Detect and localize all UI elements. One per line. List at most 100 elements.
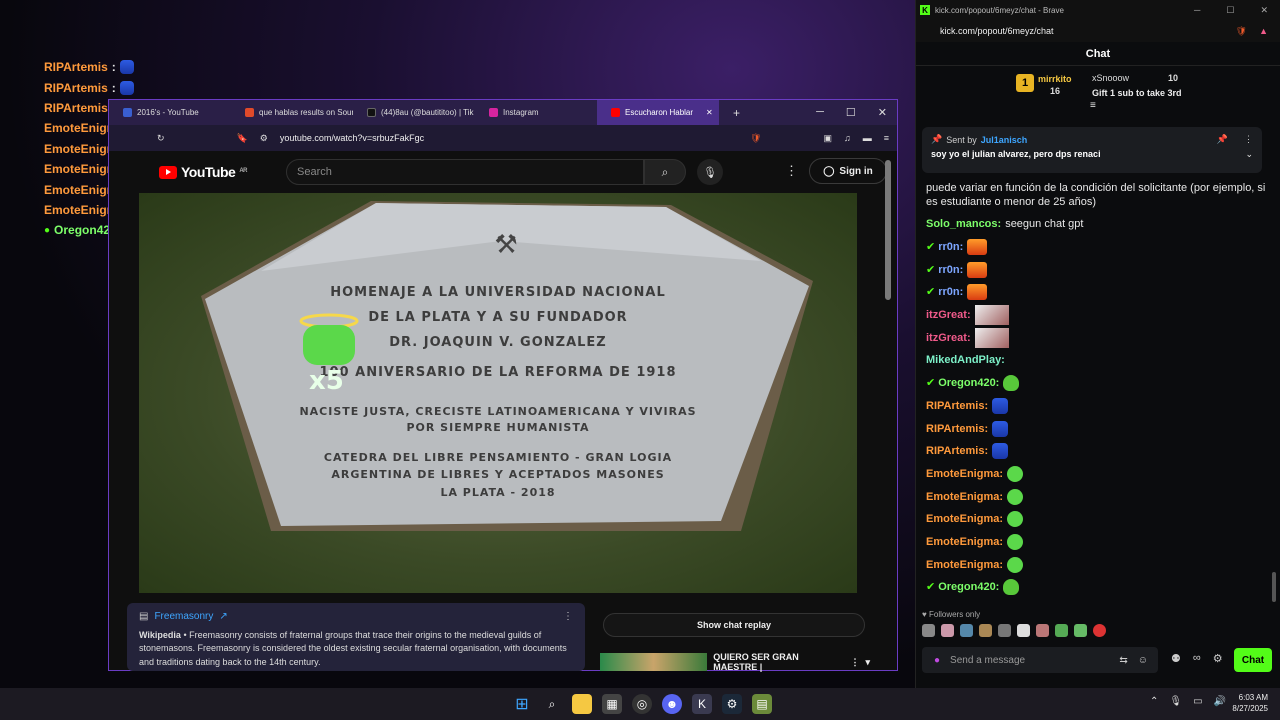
store-icon[interactable]: ▦ — [602, 694, 622, 714]
chat-message[interactable]: ✔ Oregon420: — [926, 372, 1266, 395]
tab-tiktok[interactable]: (44)8au (@bautititoo) | Tik — [353, 100, 475, 125]
chat-message[interactable]: puede variar en función de la condición … — [926, 181, 1266, 213]
chat-message[interactable]: ✔ rr0n: — [926, 236, 1266, 259]
more-options-icon[interactable]: ⋮ — [785, 163, 798, 179]
emote-picker-icon[interactable]: ☺ — [1138, 655, 1148, 666]
more-options-icon[interactable]: ⋮ — [563, 610, 573, 624]
minimize-icon[interactable]: ─ — [1194, 5, 1200, 16]
chat-username[interactable]: EmoteEnigma: — [926, 558, 1003, 572]
steam-icon[interactable]: ⚙ — [722, 694, 742, 714]
chevron-down-icon[interactable]: ▾ — [865, 657, 870, 668]
filter-icon[interactable]: ≡ — [1090, 100, 1096, 111]
tab-instagram[interactable]: Instagram — [475, 100, 597, 125]
chat-username[interactable]: EmoteEnigma: — [926, 512, 1003, 526]
bookmark-icon[interactable]: 🔖 — [237, 133, 248, 144]
chat-message[interactable]: EmoteEnigma: — [926, 463, 1266, 486]
info-title[interactable]: ▤ Freemasonry ↗ ⋮ — [139, 610, 573, 624]
chat-username[interactable]: EmoteEnigma: — [926, 535, 1003, 549]
chrome-icon[interactable]: ◎ — [632, 694, 652, 714]
more-options-icon[interactable]: ⋮ — [1244, 134, 1253, 145]
chevron-down-icon[interactable]: ⌄ — [1245, 149, 1253, 160]
chat-username[interactable]: rr0n: — [938, 240, 963, 254]
clock[interactable]: 6:03 AM 8/27/2025 — [1222, 692, 1268, 714]
emote[interactable] — [1093, 624, 1106, 637]
chat-message[interactable]: EmoteEnigma: — [926, 553, 1266, 576]
settings-icon[interactable]: ⚙ — [1213, 652, 1223, 665]
message-input[interactable]: ● Send a message ⇆ ☺ — [922, 647, 1158, 673]
translate-icon[interactable]: ⇆ — [1119, 655, 1127, 666]
file-explorer-icon[interactable] — [572, 694, 592, 714]
url-field[interactable]: kick.com/popout/6meyz/chat — [940, 26, 1054, 36]
search-input[interactable]: Search — [286, 159, 644, 185]
chat-message[interactable]: itzGreat: — [926, 304, 1266, 327]
minimize-icon[interactable]: ─ — [816, 106, 824, 119]
chat-users-icon[interactable]: ⚉ — [1171, 652, 1181, 665]
search-icon[interactable]: ⌕ — [542, 694, 562, 714]
emote[interactable] — [922, 624, 935, 637]
emote[interactable] — [998, 624, 1011, 637]
chat-username[interactable]: rr0n: — [938, 263, 963, 277]
new-tab-icon[interactable]: + — [733, 106, 740, 120]
maximize-icon[interactable]: ☐ — [1226, 5, 1234, 16]
tab-soundcloud[interactable]: que hablas results on Sound — [231, 100, 353, 125]
emote[interactable] — [960, 624, 973, 637]
kick-icon[interactable]: K — [692, 694, 712, 714]
chat-username[interactable]: RIPArtemis: — [926, 444, 988, 458]
chat-username[interactable]: Solo_mancos: — [926, 217, 1001, 231]
brave-shield-icon[interactable]: 🛡 — [750, 133, 761, 144]
voice-search-button[interactable]: 🎙 — [697, 159, 723, 185]
video-player[interactable]: ⚒ HOMENAJE A LA UNIVERSIDAD NACIONAL DE L… — [139, 193, 857, 593]
chat-username[interactable]: MikedAndPlay: — [926, 353, 1005, 367]
chat-message[interactable]: itzGreat: — [926, 326, 1266, 349]
emote[interactable] — [1055, 624, 1068, 637]
emote[interactable] — [941, 624, 954, 637]
close-icon[interactable]: ✕ — [1260, 5, 1268, 16]
chat-message[interactable]: RIPArtemis: — [926, 440, 1266, 463]
chat-message[interactable]: ✔ rr0n: — [926, 258, 1266, 281]
url-field[interactable]: youtube.com/watch?v=srbuzFakFgc — [280, 133, 424, 143]
more-options-icon[interactable]: ⋮ — [850, 657, 859, 668]
gifter-name[interactable]: mirrkito — [1038, 74, 1072, 84]
recommended-video[interactable]: QUIERO SER GRAN MAESTRE | ⋮ ▾ — [600, 652, 870, 672]
pinned-message[interactable]: 📌 Sent by Jul1anisch 📌 ⋮ soy yo el julia… — [922, 127, 1262, 173]
app-icon[interactable]: ▤ — [752, 694, 772, 714]
media-icon[interactable]: ♫ — [844, 133, 851, 143]
brave-shield-icon[interactable]: 🛡 — [1236, 26, 1247, 37]
emote[interactable] — [1017, 624, 1030, 637]
emote[interactable] — [1036, 624, 1049, 637]
chevron-up-icon[interactable]: ⌃ — [1150, 696, 1158, 707]
chat-message[interactable]: ✔ rr0n: — [926, 281, 1266, 304]
chat-message[interactable]: EmoteEnigma: — [926, 508, 1266, 531]
unpin-icon[interactable]: 📌 — [1217, 134, 1228, 145]
chat-message[interactable]: ✔ Oregon420: — [926, 576, 1266, 599]
extensions-icon[interactable]: ▬ — [863, 133, 872, 143]
reload-icon[interactable]: ↻ — [157, 133, 165, 144]
close-icon[interactable]: ✕ — [878, 106, 887, 119]
chat-username[interactable]: RIPArtemis: — [926, 422, 988, 436]
menu-icon[interactable]: ≡ — [884, 133, 897, 143]
search-button[interactable]: ⌕ — [644, 159, 686, 185]
infinity-icon[interactable]: ∞ — [1193, 652, 1201, 665]
chat-username[interactable]: RIPArtemis: — [926, 399, 988, 413]
sidebar-icon[interactable]: ▣ — [823, 133, 832, 144]
chat-username[interactable]: Oregon420: — [938, 376, 999, 390]
chat-username[interactable]: itzGreat: — [926, 331, 971, 345]
gift-prompt[interactable]: Gift 1 sub to take 3rd — [1092, 88, 1182, 98]
chat-message[interactable]: EmoteEnigma: — [926, 485, 1266, 508]
gifter2-name[interactable]: xSnooow — [1092, 73, 1129, 83]
emote[interactable] — [1074, 624, 1087, 637]
chat-username[interactable]: itzGreat: — [926, 308, 971, 322]
brave-rewards-icon[interactable]: ▲ — [1259, 26, 1268, 36]
emote[interactable] — [979, 624, 992, 637]
tab-escucharon-hablar[interactable]: Escucharon Hablar ✕ — [597, 100, 719, 125]
chat-message[interactable]: RIPArtemis: — [926, 395, 1266, 418]
tab-youtube-2016[interactable]: 2016's - YouTube — [109, 100, 231, 125]
windows-start-icon[interactable]: ⊞ — [512, 694, 532, 714]
chat-username[interactable]: rr0n: — [938, 285, 963, 299]
chat-message[interactable]: RIPArtemis: — [926, 417, 1266, 440]
page-scrollbar[interactable] — [885, 160, 891, 300]
maximize-icon[interactable]: ☐ — [846, 106, 856, 119]
send-chat-button[interactable]: Chat — [1234, 648, 1272, 672]
show-chat-replay-button[interactable]: Show chat replay — [603, 613, 865, 637]
chat-username[interactable]: EmoteEnigma: — [926, 467, 1003, 481]
